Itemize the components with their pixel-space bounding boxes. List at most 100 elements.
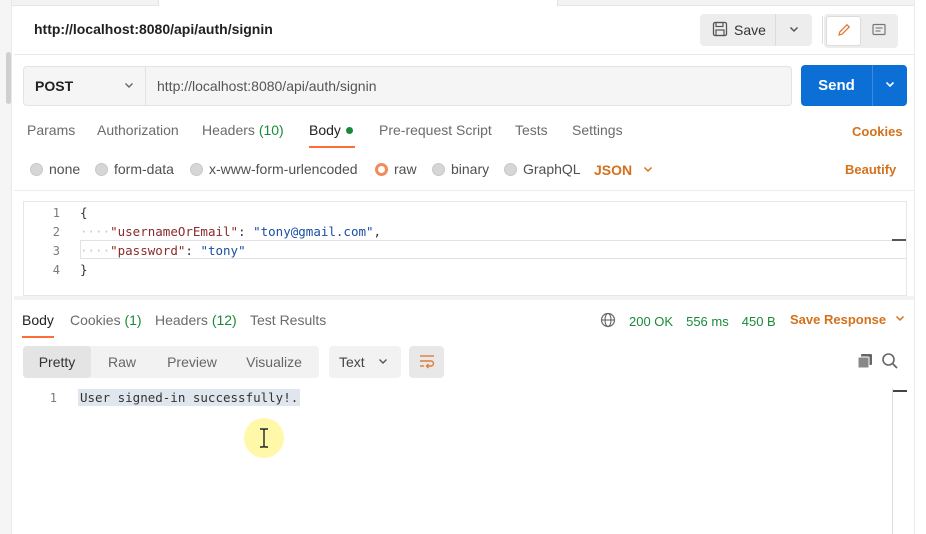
language-select[interactable]: JSON <box>594 162 654 178</box>
indent-guide: ···· <box>80 224 111 239</box>
headers-count: (10) <box>258 122 284 138</box>
response-time[interactable]: 556 ms <box>686 314 729 329</box>
active-response-tab-indicator <box>22 336 54 338</box>
line-number: 1 <box>49 391 57 405</box>
json-key: "password" <box>110 243 186 258</box>
response-format-select[interactable]: Text <box>329 346 401 378</box>
chevron-down-icon <box>788 23 800 38</box>
radio-urlencoded[interactable]: x-www-form-urlencoded <box>190 161 358 177</box>
cookies-count: (1) <box>124 312 142 328</box>
json-key: "usernameOrEmail" <box>110 224 239 239</box>
send-options-button[interactable] <box>873 65 907 106</box>
request-title[interactable]: http://localhost:8080/api/auth/signin <box>34 21 273 37</box>
sidebar-scrollbar[interactable] <box>6 52 11 104</box>
view-visualize[interactable]: Visualize <box>231 346 317 378</box>
radio-graphql[interactable]: GraphQL <box>504 161 581 177</box>
radio-circle-selected <box>375 162 388 176</box>
send-button-group: Send <box>801 65 907 106</box>
copy-icon[interactable] <box>856 352 874 373</box>
comment-mode-button[interactable] <box>861 16 896 46</box>
radio-raw[interactable]: raw <box>375 161 417 177</box>
divider <box>14 190 914 191</box>
radio-none-label: none <box>49 161 81 177</box>
request-body-editor[interactable]: 1 { 2 ····"usernameOrEmail": "tony@gmail… <box>23 201 907 296</box>
tab-params[interactable]: Params <box>27 122 75 138</box>
radio-binary[interactable]: binary <box>432 161 489 177</box>
save-button[interactable]: Save <box>700 14 776 46</box>
response-tab-cookies-label: Cookies <box>70 312 121 328</box>
view-mode-toggle <box>824 14 898 48</box>
editor-scroll-marker <box>892 239 906 241</box>
format-label: Text <box>339 354 365 370</box>
tab-settings[interactable]: Settings <box>572 122 623 138</box>
code-text: ····"usernameOrEmail": "tony@gmail.com", <box>80 224 382 239</box>
response-body-viewer[interactable]: 1 User signed-in successfully!. <box>23 388 893 534</box>
active-tab-indicator <box>309 146 355 148</box>
tab-body-label: Body <box>309 122 341 138</box>
view-pretty[interactable]: Pretty <box>23 346 91 378</box>
edit-mode-button[interactable] <box>826 16 861 46</box>
radio-form-data[interactable]: form-data <box>95 161 174 177</box>
body-indicator-dot <box>345 127 353 134</box>
wrap-lines-button[interactable] <box>409 346 444 378</box>
radio-form-data-label: form-data <box>114 161 174 177</box>
radio-raw-label: raw <box>394 161 417 177</box>
response-size[interactable]: 450 B <box>742 314 776 329</box>
response-view-toggle: Pretty Raw Preview Visualize <box>23 346 319 378</box>
editor-line: 3 ····"password": "tony" <box>24 241 906 260</box>
close-brace: } <box>80 262 88 277</box>
tab-headers-label: Headers <box>202 122 255 138</box>
line-number: 2 <box>52 224 60 239</box>
response-scrollbar[interactable] <box>892 388 893 534</box>
response-tab-body[interactable]: Body <box>22 312 54 328</box>
json-value: "tony" <box>200 243 246 258</box>
url-input[interactable]: http://localhost:8080/api/auth/signin <box>145 66 792 106</box>
beautify-link[interactable]: Beautify <box>845 162 896 177</box>
method-select[interactable]: POST <box>23 66 145 106</box>
save-button-group: Save <box>700 14 812 46</box>
text-cursor-icon <box>259 428 269 451</box>
right-panel-edge <box>914 0 926 534</box>
tab-authorization[interactable]: Authorization <box>97 122 179 138</box>
radio-graphql-label: GraphQL <box>523 161 581 177</box>
response-headers-count: (12) <box>211 312 237 328</box>
view-raw[interactable]: Raw <box>91 346 153 378</box>
response-tab-test-results[interactable]: Test Results <box>250 312 326 328</box>
radio-none[interactable]: none <box>30 161 80 177</box>
code-text: } <box>80 262 88 277</box>
radio-circle <box>504 162 517 176</box>
response-tab-cookies[interactable]: Cookies (1) <box>70 312 142 328</box>
save-response-button[interactable]: Save Response <box>790 312 906 327</box>
radio-circle <box>30 162 43 176</box>
search-icon[interactable] <box>881 352 899 373</box>
tab-tests[interactable]: Tests <box>515 122 548 138</box>
radio-circle <box>190 162 203 176</box>
status-code[interactable]: 200 OK <box>629 314 673 329</box>
chevron-down-icon <box>894 312 906 327</box>
divider <box>14 54 914 55</box>
globe-icon[interactable] <box>600 312 616 331</box>
tab-headers[interactable]: Headers (10) <box>202 122 284 138</box>
save-options-button[interactable] <box>776 14 812 46</box>
tab-prerequest-script[interactable]: Pre-request Script <box>379 122 492 138</box>
response-meta: 200 OK 556 ms 450 B <box>600 312 776 331</box>
response-tab-headers[interactable]: Headers (12) <box>155 312 237 328</box>
active-request-tab[interactable] <box>158 0 558 6</box>
tab-strip <box>0 0 926 6</box>
radio-circle <box>432 162 445 176</box>
line-number: 3 <box>52 243 60 258</box>
tab-body[interactable]: Body <box>309 122 353 138</box>
chevron-down-icon <box>884 78 896 93</box>
save-response-label: Save Response <box>790 312 887 327</box>
open-brace: { <box>80 205 88 220</box>
view-preview[interactable]: Preview <box>153 346 231 378</box>
send-button[interactable]: Send <box>801 65 873 106</box>
pane-resizer[interactable] <box>14 296 914 300</box>
code-text: { <box>80 205 88 220</box>
indent-guide: ···· <box>80 243 111 258</box>
response-scroll-marker <box>893 390 907 392</box>
line-number: 4 <box>52 262 60 277</box>
code-text: ····"password": "tony" <box>80 243 246 258</box>
cookies-link[interactable]: Cookies <box>852 124 903 139</box>
chevron-down-icon <box>377 354 389 370</box>
